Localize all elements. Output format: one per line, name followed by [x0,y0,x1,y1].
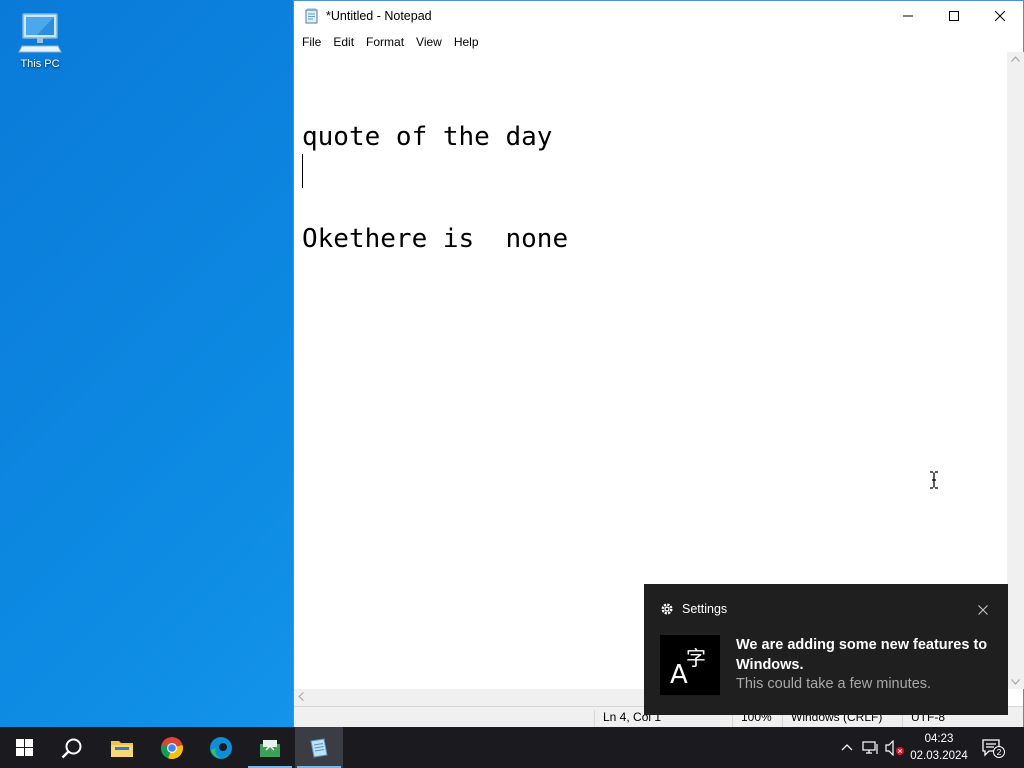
taskbar: 04:23 02.03.2024 2 [0,727,1024,768]
scroll-down-icon[interactable] [1011,679,1020,685]
close-button[interactable] [977,1,1023,31]
start-icon [15,739,33,756]
notification-toast[interactable]: Settings A 字 We are adding some new feat… [644,584,1008,715]
file-explorer-icon [111,740,133,757]
notification-close-button[interactable] [978,602,988,620]
close-icon [978,605,988,615]
menu-view[interactable]: View [410,35,448,49]
notepad-icon [305,8,318,24]
taskbar-notepad[interactable] [295,727,343,768]
minimize-icon [903,15,913,17]
menu-bar: File Edit Format View Help [294,31,1023,52]
title-bar[interactable]: *Untitled - Notepad [294,1,1023,31]
taskbar-app[interactable] [246,727,294,768]
menu-file[interactable]: File [296,35,327,49]
start-button[interactable] [0,727,48,768]
app-icon [260,739,280,757]
clock-time: 04:23 [924,733,954,745]
taskbar-file-explorer[interactable] [98,727,146,768]
scroll-left-icon[interactable] [298,692,304,701]
taskbar-clock[interactable]: 04:23 02.03.2024 [904,731,974,765]
volume-muted-icon [885,739,904,756]
taskbar-chrome[interactable] [148,727,196,768]
notification-title: We are adding some new features to Windo… [736,637,988,673]
gear-icon [661,603,673,615]
scroll-up-icon[interactable] [1011,56,1020,62]
network-icon [862,740,878,754]
close-icon [995,11,1005,21]
window-title: *Untitled - Notepad [326,9,432,23]
ibeam-cursor-icon [930,471,938,489]
search-icon [61,738,82,758]
network-button[interactable] [860,727,882,768]
clock-date: 02.03.2024 [910,750,968,762]
maximize-button[interactable] [931,1,977,31]
action-center-button[interactable]: 2 [978,727,1008,768]
show-hidden-icons-button[interactable] [838,727,856,768]
vertical-scrollbar[interactable] [1007,52,1024,689]
language-icon: A 字 [660,635,720,695]
desktop-icon-this-pc[interactable]: This PC [12,10,68,76]
notification-count-badge: 2 [997,747,1002,757]
maximize-icon [949,11,959,21]
notification-app-name: Settings [682,602,728,616]
edge-icon [210,736,232,759]
computer-icon [18,13,62,53]
text-caret [302,154,303,188]
language-glyph-icon: A 字 [670,646,706,687]
notification-body: This could take a few minutes. [736,676,932,692]
svg-text:字: 字 [686,646,706,670]
menu-format[interactable]: Format [360,35,410,49]
minimize-button[interactable] [885,1,931,31]
volume-button[interactable] [884,727,906,768]
chevron-up-icon [841,744,853,751]
chrome-icon [160,736,183,759]
menu-edit[interactable]: Edit [327,35,360,49]
search-button[interactable] [48,727,96,768]
notification-center-icon: 2 [982,738,1005,758]
editor-line-4 [302,426,552,460]
editor-line-5: Okethere is none [302,224,569,254]
desktop-icon-label: This PC [20,58,60,70]
editor-line-1: quote of the day [302,122,553,152]
taskbar-edge[interactable] [197,727,245,768]
editor-content: quote of the day Okethere is none [302,52,568,562]
notepad-icon [310,737,328,758]
editor-line-3 [302,324,552,358]
menu-help[interactable]: Help [448,35,485,49]
